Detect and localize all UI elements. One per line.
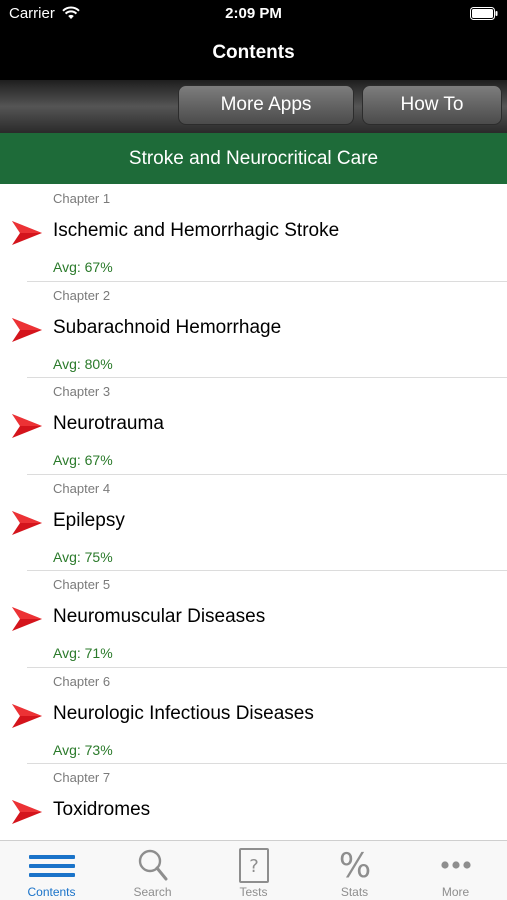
- chapter-title: Epilepsy: [53, 509, 125, 531]
- chapter-number: Chapter 1: [53, 191, 111, 206]
- chapter-number: Chapter 5: [53, 577, 111, 592]
- chapter-number: Chapter 6: [53, 673, 111, 689]
- tab-label: More: [441, 885, 470, 899]
- red-arrow-icon: [12, 703, 42, 728]
- toolbar: More Apps How To: [0, 80, 507, 133]
- chapter-average: Avg: 71%: [53, 645, 113, 661]
- tab-label: Search: [133, 885, 172, 899]
- row-divider: [27, 570, 507, 571]
- list-icon: [29, 855, 75, 877]
- chapter-title: Toxidromes: [53, 799, 151, 820]
- row-divider: [27, 280, 507, 282]
- chapter-average: Avg: 80%: [53, 355, 113, 372]
- section-header: Stroke and Neurocritical Care: [0, 133, 507, 184]
- chapter-title: Neuromuscular Diseases: [53, 606, 266, 627]
- red-arrow-icon: [12, 510, 42, 535]
- svg-text:?: ?: [249, 856, 259, 877]
- more-apps-button[interactable]: More Apps: [178, 85, 354, 125]
- row-divider: [27, 377, 507, 378]
- question-page-icon: ?: [239, 848, 269, 883]
- chapter-average: Avg: 67%: [53, 452, 113, 468]
- tab-more[interactable]: More: [405, 841, 506, 900]
- chapter-average: Avg: 73%: [53, 741, 113, 758]
- percent-icon: %: [339, 847, 371, 883]
- red-arrow-icon: [12, 317, 42, 342]
- chapter-row[interactable]: Chapter 5 Neuromuscular Diseases Avg: 71…: [0, 570, 507, 667]
- navigation-bar: Contents: [0, 28, 507, 80]
- tab-search[interactable]: Search: [102, 841, 203, 900]
- tab-label: Contents: [27, 885, 76, 899]
- red-arrow-icon: [12, 414, 42, 438]
- chapter-number: Chapter 4: [53, 480, 111, 496]
- tab-bar: Contents Search ? Tests % Stats More: [0, 840, 507, 900]
- chapter-row[interactable]: Chapter 4 Epilepsy Avg: 75%: [0, 473, 507, 571]
- battery-icon: [470, 7, 498, 20]
- chapter-row[interactable]: Chapter 6 Neurologic Infectious Diseases…: [0, 666, 507, 764]
- chapter-average: Avg: 67%: [53, 259, 113, 275]
- tab-stats[interactable]: % Stats: [304, 841, 405, 900]
- page-title: Contents: [212, 42, 295, 63]
- status-bar: Carrier 2:09 PM: [0, 0, 507, 28]
- chapter-list: Chapter 1 Ischemic and Hemorrhagic Strok…: [0, 184, 507, 840]
- chapter-average: Avg: 75%: [53, 548, 113, 565]
- how-to-button[interactable]: How To: [362, 85, 502, 125]
- row-divider: [27, 763, 507, 764]
- chapter-row[interactable]: Chapter 7 Toxidromes: [0, 763, 507, 840]
- chapter-title: Subarachnoid Hemorrhage: [53, 316, 282, 338]
- chapter-title: Ischemic and Hemorrhagic Stroke: [53, 220, 340, 241]
- chapter-number: Chapter 2: [53, 287, 111, 303]
- row-divider: [27, 473, 507, 475]
- search-icon: [138, 849, 168, 881]
- chapter-row[interactable]: Chapter 3 Neurotrauma Avg: 67%: [0, 377, 507, 474]
- chapter-title: Neurologic Infectious Diseases: [53, 702, 314, 724]
- svg-text:%: %: [339, 847, 371, 883]
- status-time: 2:09 PM: [225, 5, 282, 22]
- row-divider: [27, 666, 507, 668]
- tab-contents[interactable]: Contents: [1, 841, 102, 900]
- tab-label: Tests: [239, 885, 268, 899]
- chapter-row[interactable]: Chapter 2 Subarachnoid Hemorrhage Avg: 8…: [0, 280, 507, 378]
- chapter-number: Chapter 7: [53, 770, 111, 785]
- chapter-number: Chapter 3: [53, 384, 111, 399]
- tab-label: Stats: [340, 885, 369, 899]
- chapter-title: Neurotrauma: [53, 413, 164, 434]
- chapter-row[interactable]: Chapter 1 Ischemic and Hemorrhagic Strok…: [0, 184, 507, 281]
- red-arrow-icon: [12, 607, 42, 631]
- red-arrow-icon: [12, 800, 42, 824]
- red-arrow-icon: [12, 221, 42, 245]
- more-dots-icon: [441, 861, 471, 869]
- tab-tests[interactable]: ? Tests: [203, 841, 304, 900]
